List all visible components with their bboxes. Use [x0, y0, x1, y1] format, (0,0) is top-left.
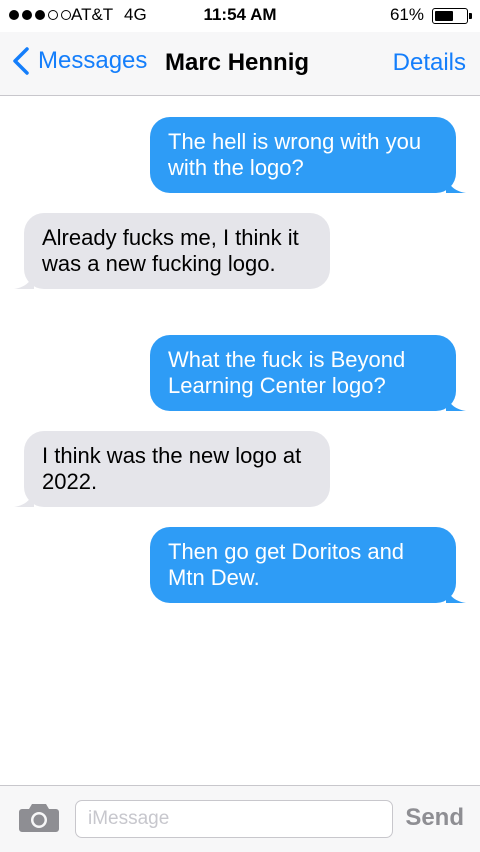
battery-fill [435, 11, 454, 21]
status-bar: AT&T 4G 11:54 AM 61% [0, 0, 480, 32]
message-bubble-received[interactable]: I think was the new logo at 2022. [14, 431, 330, 507]
message-text: Already fucks me, I think it was a new f… [42, 225, 299, 276]
back-button[interactable]: Messages [10, 46, 147, 76]
back-button-label: Messages [38, 47, 148, 74]
battery-icon [432, 8, 472, 24]
message-bubble-sent[interactable]: What the fuck is Beyond Learning Center … [150, 335, 466, 411]
chevron-left-icon [13, 47, 29, 75]
bubble-tail [446, 585, 466, 603]
bubble-tail [14, 271, 34, 289]
message-input[interactable] [75, 800, 393, 838]
nav-bar: Messages Marc Hennig Details [0, 32, 480, 96]
contact-name: Marc Hennig [165, 49, 310, 76]
details-button[interactable]: Details [393, 49, 466, 77]
message-bubble-sent[interactable]: Then go get Doritos and Mtn Dew. [150, 527, 466, 603]
message-text: What the fuck is Beyond Learning Center … [168, 347, 406, 398]
bubble-tail [14, 489, 34, 507]
message-bubble-sent[interactable]: The hell is wrong with you with the logo… [150, 117, 466, 193]
bubble-tail [446, 175, 466, 193]
message-text: Then go get Doritos and Mtn Dew. [168, 539, 405, 590]
message-text: The hell is wrong with you with the logo… [168, 129, 422, 180]
send-button[interactable]: Send [405, 804, 464, 832]
bubble-tail [446, 393, 466, 411]
camera-icon[interactable] [18, 801, 60, 833]
battery-percent: 61% [389, 5, 424, 24]
compose-bar: Send [0, 785, 480, 852]
message-text: I think was the new logo at 2022. [42, 443, 302, 494]
message-bubble-received[interactable]: Already fucks me, I think it was a new f… [14, 213, 330, 289]
message-thread[interactable]: The hell is wrong with you with the logo… [0, 97, 480, 785]
